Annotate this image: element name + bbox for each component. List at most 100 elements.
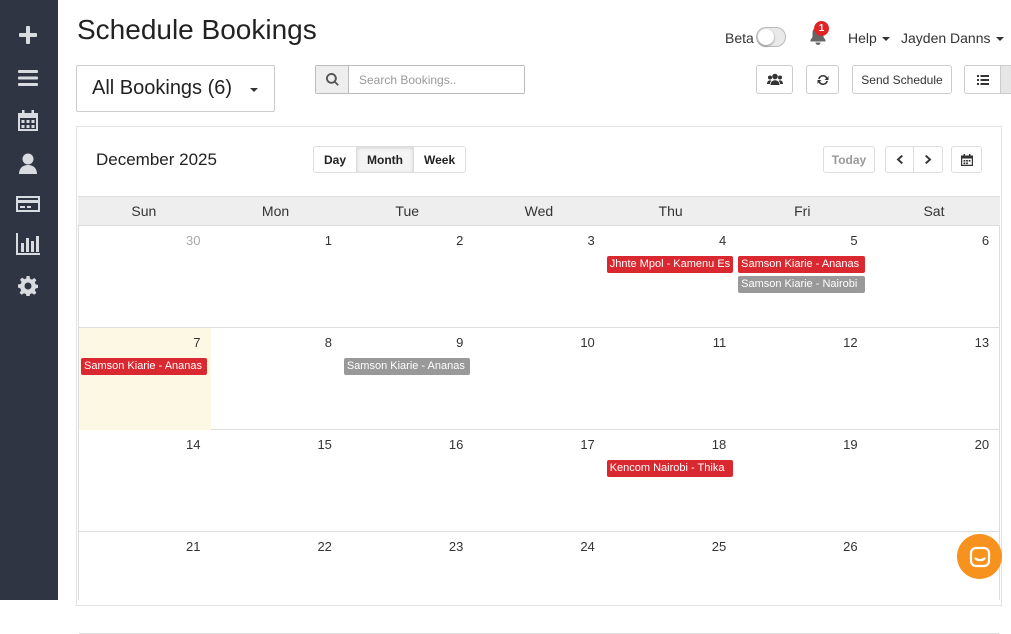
calendar-week-row: 14 15 16 17 18 19 20 xyxy=(79,430,999,532)
calendar-day-cell[interactable]: 10 xyxy=(473,328,605,430)
refresh-icon xyxy=(817,74,828,85)
view-switcher: Day Month Week xyxy=(313,146,467,173)
calendar-icon[interactable] xyxy=(15,108,41,134)
calendar-grid: 30 1 2 3 4 5 6 7 8 9 10 11 12 13 14 15 16 17 18 19 20 21 22 23 2… xyxy=(78,226,1000,634)
calendar-day-cell[interactable]: 7 xyxy=(79,328,211,430)
day-number: 21 xyxy=(186,539,201,554)
menu-icon[interactable] xyxy=(15,65,41,91)
view-month-button[interactable]: Month xyxy=(357,147,414,172)
calendar-day-cell[interactable]: 17 xyxy=(473,430,605,532)
calendar-day-cell[interactable]: 18 xyxy=(605,430,737,532)
chat-launcher[interactable] xyxy=(957,534,1002,579)
calendar-day-cell[interactable]: 4 xyxy=(605,226,737,328)
bookings-filter-dropdown[interactable]: All Bookings (6) xyxy=(76,65,275,112)
day-number: 12 xyxy=(843,335,858,350)
chevron-down-icon xyxy=(995,37,1004,42)
user-menu[interactable]: Jayden Danns xyxy=(901,30,1004,46)
day-number: 9 xyxy=(456,335,464,350)
calendar-day-cell[interactable]: 8 xyxy=(210,328,342,430)
day-number: 11 xyxy=(712,335,727,350)
day-number: 16 xyxy=(448,437,464,452)
day-number: 5 xyxy=(850,233,858,248)
day-number: 25 xyxy=(711,539,727,554)
credit-card-icon[interactable] xyxy=(15,191,41,217)
day-number: 18 xyxy=(711,437,727,452)
day-number: 19 xyxy=(843,437,858,452)
weekday-thu: Thu xyxy=(658,203,683,219)
day-number: 3 xyxy=(587,233,595,248)
chevron-right-icon xyxy=(924,155,931,164)
calendar-day-cell[interactable]: 13 xyxy=(868,328,1000,430)
date-picker-button[interactable] xyxy=(951,146,982,173)
booking-event[interactable]: Samson Kiarie - Ananas xyxy=(81,358,208,375)
booking-event[interactable]: Jhnte Mpol - Kamenu Es xyxy=(606,256,734,273)
weekday-sat: Sat xyxy=(923,203,945,219)
user-name: Jayden Danns xyxy=(901,30,991,46)
calendar-day-cell[interactable]: 15 xyxy=(210,430,342,532)
plus-icon[interactable] xyxy=(15,22,41,48)
calendar-day-cell[interactable]: 22 xyxy=(210,532,342,634)
help-menu[interactable]: Help xyxy=(848,30,890,46)
weekday-sun: Sun xyxy=(131,203,157,219)
calendar-day-cell[interactable]: 12 xyxy=(736,328,868,430)
page-title: Schedule Bookings xyxy=(77,14,317,45)
calendar-day-cell[interactable]: 30 xyxy=(79,226,211,328)
search-input[interactable] xyxy=(349,66,524,93)
toggle-knob xyxy=(758,29,774,45)
chevron-down-icon xyxy=(250,88,258,92)
day-number: 10 xyxy=(580,335,595,350)
calendar-day-cell[interactable]: 11 xyxy=(605,328,737,430)
list-view-button[interactable] xyxy=(964,65,1001,94)
gear-icon[interactable] xyxy=(15,273,41,299)
calendar-day-cell[interactable]: 2 xyxy=(342,226,474,328)
beta-toggle[interactable] xyxy=(756,27,786,47)
calendar-day-cell[interactable]: 25 xyxy=(605,532,737,634)
view-day-button[interactable]: Day xyxy=(314,147,358,172)
day-number: 13 xyxy=(974,335,990,350)
day-number: 8 xyxy=(324,335,332,350)
weekday-header: Sun Mon Tue Wed Thu Fri Sat xyxy=(78,196,1000,226)
today-button[interactable]: Today xyxy=(823,146,875,173)
calendar-day-cell[interactable]: 24 xyxy=(473,532,605,634)
calendar-day-cell[interactable]: 21 xyxy=(79,532,211,634)
send-schedule-button[interactable]: Send Schedule xyxy=(852,65,952,94)
calendar-view-button[interactable] xyxy=(1000,65,1011,94)
refresh-button[interactable] xyxy=(806,65,839,94)
calendar-day-cell[interactable]: 20 xyxy=(868,430,1000,532)
day-number: 14 xyxy=(186,437,201,452)
bookings-filter-label: All Bookings (6) xyxy=(92,77,233,99)
search-icon[interactable] xyxy=(316,66,349,93)
day-number: 1 xyxy=(324,233,332,248)
day-number: 20 xyxy=(974,437,990,452)
help-label: Help xyxy=(848,30,877,46)
user-icon[interactable] xyxy=(15,151,41,177)
sidebar xyxy=(0,0,58,600)
group-users-button[interactable] xyxy=(756,65,793,94)
calendar-day-cell[interactable]: 14 xyxy=(79,430,211,532)
weekday-tue: Tue xyxy=(395,203,420,219)
calendar-day-cell[interactable]: 19 xyxy=(736,430,868,532)
day-number: 6 xyxy=(981,233,990,248)
day-number: 30 xyxy=(186,233,201,248)
calendar-day-cell[interactable]: 9 xyxy=(342,328,474,430)
bar-chart-icon[interactable] xyxy=(15,231,41,257)
booking-event[interactable]: Samson Kiarie - Nairobi xyxy=(738,276,865,293)
prev-month-button[interactable] xyxy=(885,146,914,173)
view-week-button[interactable]: Week xyxy=(414,147,466,172)
day-number: 24 xyxy=(580,539,595,554)
calendar-day-cell[interactable]: 1 xyxy=(210,226,342,328)
weekday-wed: Wed xyxy=(524,203,554,219)
calendar-day-cell[interactable]: 23 xyxy=(342,532,474,634)
beta-label: Beta xyxy=(725,30,754,46)
booking-event[interactable]: Kencom Nairobi - Thika xyxy=(606,460,734,477)
notification-badge: 1 xyxy=(814,21,829,36)
calendar-day-cell[interactable]: 16 xyxy=(342,430,474,532)
booking-event[interactable]: Samson Kiarie - Ananas xyxy=(343,358,471,375)
day-number: 4 xyxy=(718,233,727,248)
day-number: 7 xyxy=(193,335,201,350)
calendar-day-cell[interactable]: 26 xyxy=(736,532,868,634)
next-month-button[interactable] xyxy=(913,146,943,173)
booking-event[interactable]: Samson Kiarie - Ananas xyxy=(738,256,865,273)
calendar-day-cell[interactable]: 3 xyxy=(473,226,605,328)
calendar-day-cell[interactable]: 6 xyxy=(868,226,1000,328)
